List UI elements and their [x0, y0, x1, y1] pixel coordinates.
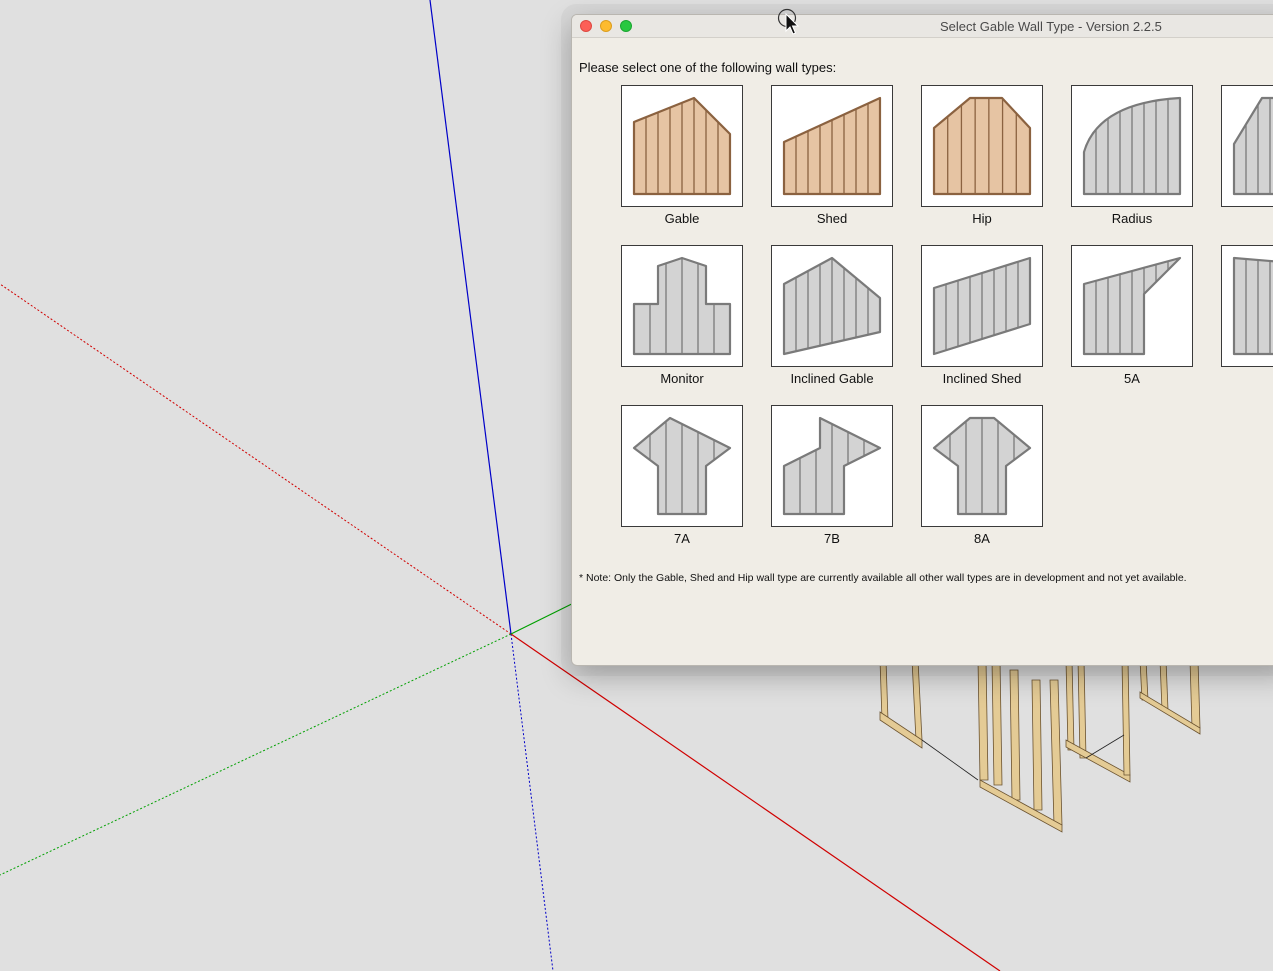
wall-type-7a-icon[interactable] [621, 405, 743, 527]
wall-type-label: 5A [1124, 371, 1140, 386]
wall-type-tile-hip[interactable]: Hip [921, 85, 1043, 226]
minimize-button[interactable] [600, 20, 612, 32]
wall-type-monitor-icon[interactable] [621, 245, 743, 367]
wall-type-label: 7A [674, 531, 690, 546]
red-axis-dotted [0, 283, 512, 635]
wall-type-tile-8a[interactable]: 8A [921, 405, 1043, 546]
wall-type-label: Inclined Gable [790, 371, 874, 386]
wall-type-label: Radius [1111, 211, 1153, 226]
blue-axis [429, 0, 512, 635]
wall-type-tile-7b[interactable]: 7B [771, 405, 893, 546]
wall-type-shed-icon[interactable] [771, 85, 893, 207]
wall-type-radius-icon[interactable] [1071, 85, 1193, 207]
wall-type-label: 8A [974, 531, 990, 546]
wall-type-label: 7B [824, 531, 840, 546]
wall-type-label: Shed [816, 211, 848, 226]
wall-type-tile-ga[interactable]: Ga [1221, 85, 1273, 226]
wall-type-tile-7a[interactable]: 7A [621, 405, 743, 546]
title-bar[interactable]: Select Gable Wall Type - Version 2.2.5 [572, 15, 1273, 38]
wall-type-tile-gable[interactable]: Gable [621, 85, 743, 226]
wall-type-label: Ga [1221, 211, 1273, 226]
wall-type-hip-icon[interactable] [921, 85, 1043, 207]
wall-type-label: Inclined Shed [942, 371, 1022, 386]
availability-note: * Note: Only the Gable, Shed and Hip wal… [579, 572, 1187, 584]
wall-type-inclined-shed-icon[interactable] [921, 245, 1043, 367]
wall-type-label: Hip [972, 211, 992, 226]
zoom-button[interactable] [620, 20, 632, 32]
wall-type-label: Monitor [660, 371, 704, 386]
wall-type-tile-radius[interactable]: Radius [1071, 85, 1193, 226]
wall-type-tile-inclined-gable[interactable]: Inclined Gable [771, 245, 893, 386]
wall-type-gambrel-icon[interactable] [1221, 85, 1273, 207]
mouse-cursor-icon [777, 8, 800, 35]
selection-prompt: Please select one of the following wall … [579, 60, 837, 75]
select-gable-wall-type-dialog: Select Gable Wall Type - Version 2.2.5 P… [571, 14, 1273, 666]
blue-axis-dotted [510, 633, 554, 971]
wall-type-inclined-gable-icon[interactable] [771, 245, 893, 367]
wall-type-7b-icon[interactable] [771, 405, 893, 527]
wall-type-partial-icon[interactable] [1221, 245, 1273, 367]
wall-type-label: Gable [664, 211, 700, 226]
wall-type-tile-inclined-shed[interactable]: Inclined Shed [921, 245, 1043, 386]
green-axis-dotted [0, 633, 512, 876]
wall-type-tile-5a[interactable]: 5A [1071, 245, 1193, 386]
wall-framing-model[interactable] [860, 640, 1273, 840]
wall-type-tile-monitor[interactable]: Monitor [621, 245, 743, 386]
wall-type-gable-icon[interactable] [621, 85, 743, 207]
wall-type-5a-icon[interactable] [1071, 245, 1193, 367]
wall-type-tile-shed[interactable]: Shed [771, 85, 893, 226]
wall-type-tile-partial[interactable] [1221, 245, 1273, 371]
wall-type-8a-icon[interactable] [921, 405, 1043, 527]
close-button[interactable] [580, 20, 592, 32]
window-title: Select Gable Wall Type - Version 2.2.5 [940, 19, 1162, 34]
